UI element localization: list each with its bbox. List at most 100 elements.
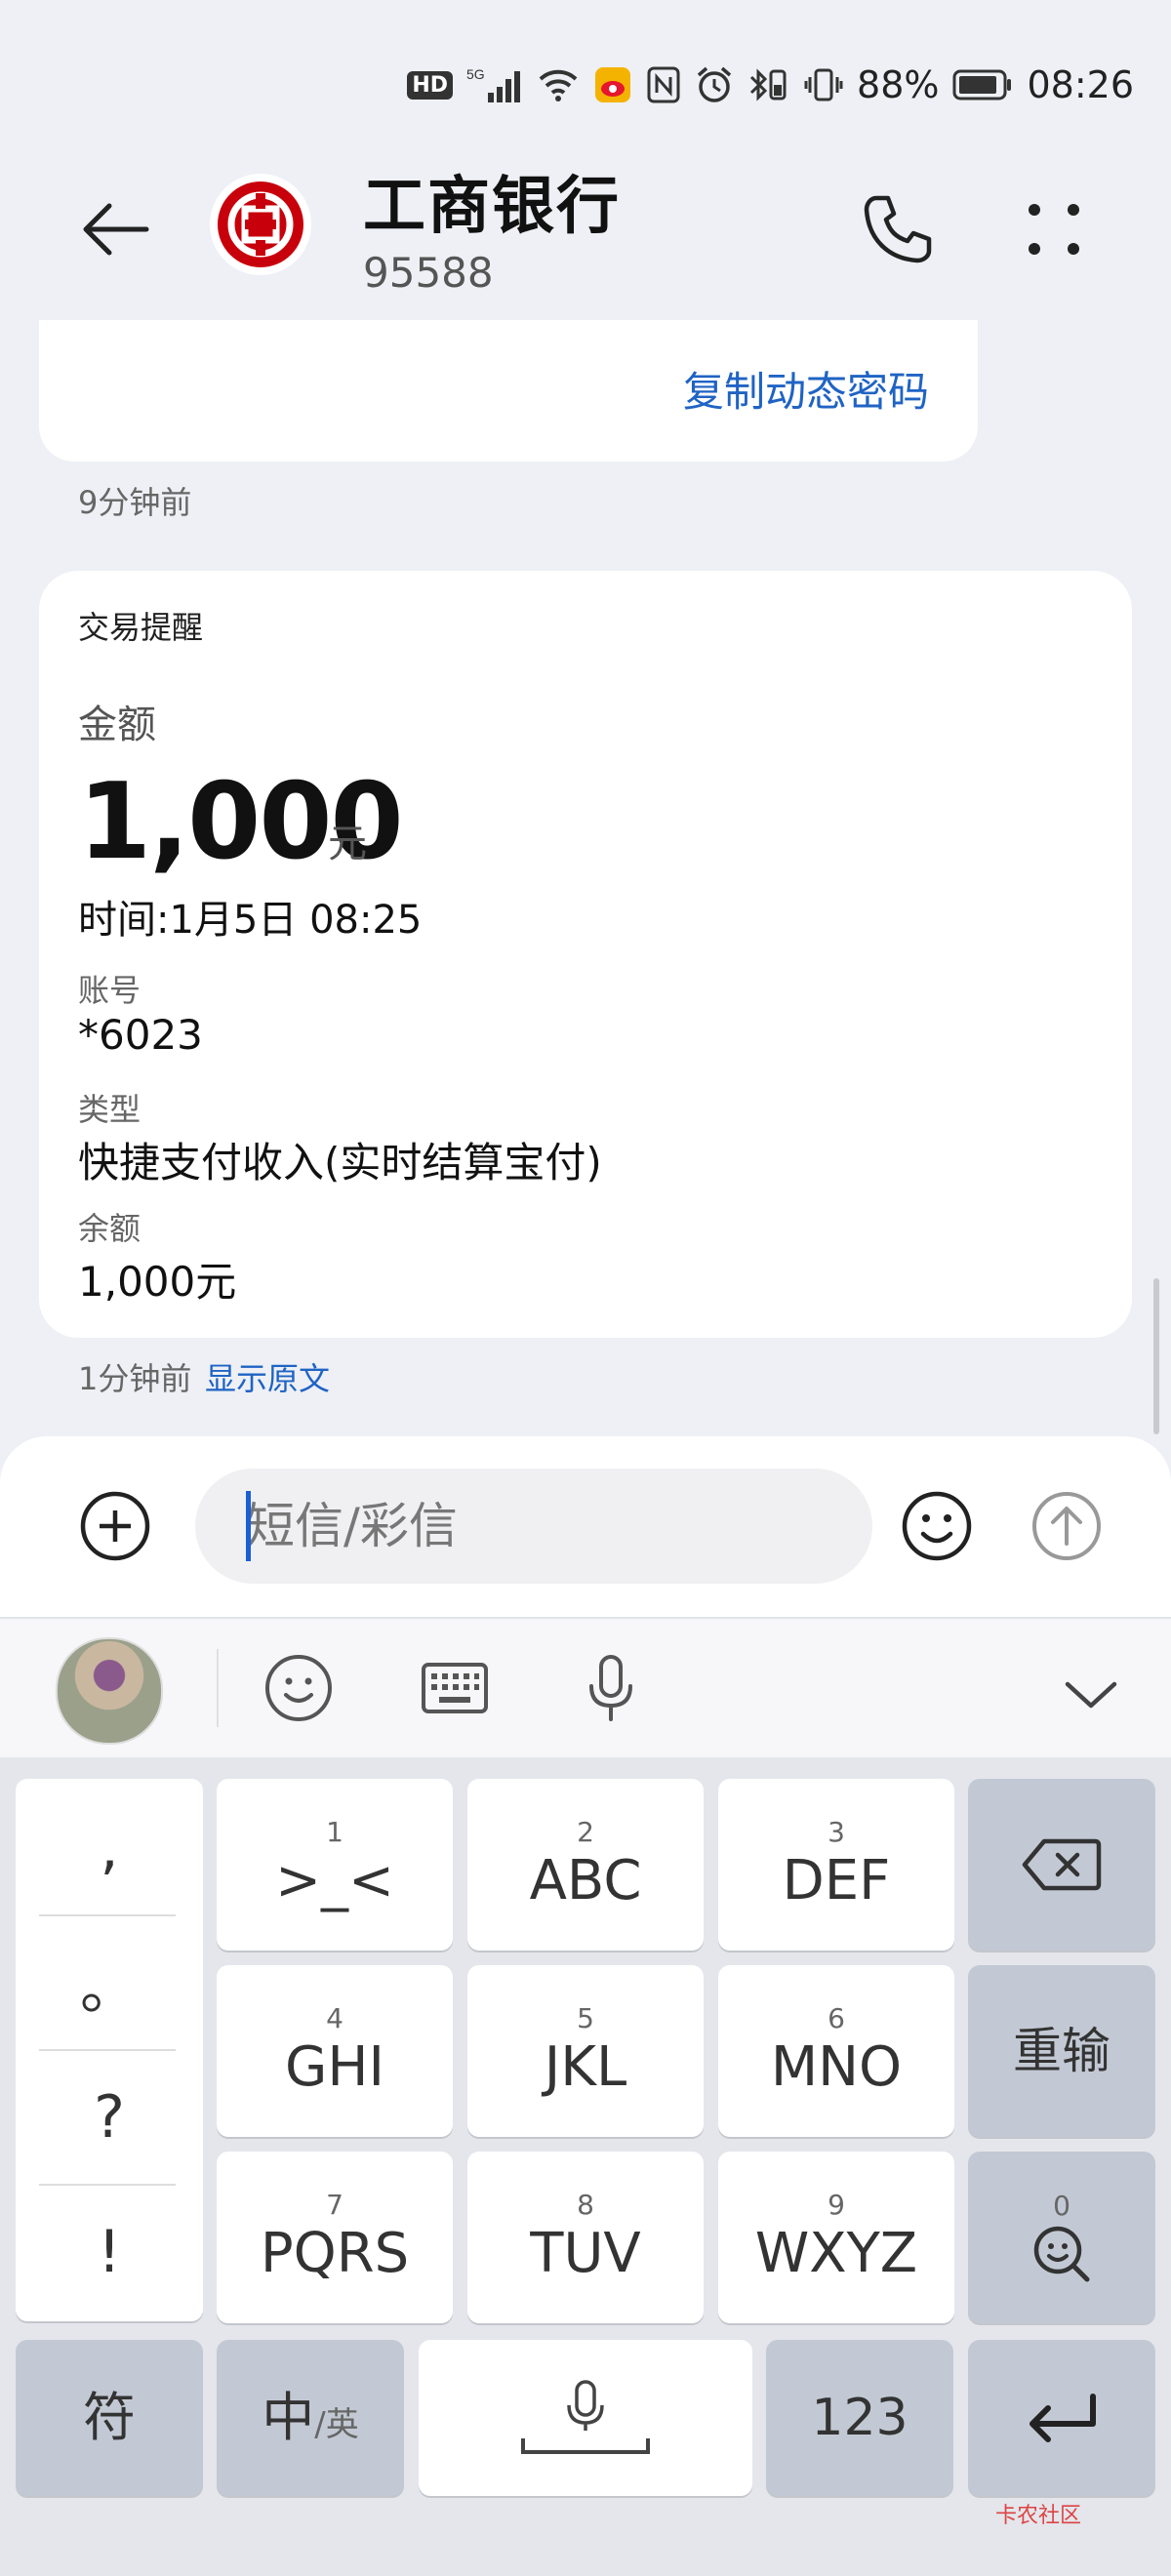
text-caret [246, 1491, 251, 1561]
key-label: JKL [544, 2035, 627, 2099]
bluetooth-battery-icon [747, 65, 790, 104]
type-label: 类型 [78, 1091, 141, 1128]
key-number: 7 [326, 2189, 343, 2221]
toolbar-divider [217, 1649, 219, 1727]
back-button[interactable] [76, 190, 154, 268]
arrow-left-icon [83, 203, 149, 256]
key-0-search[interactable]: 0 [968, 2152, 1155, 2323]
key-7[interactable]: 7 PQRS [217, 2152, 453, 2323]
previous-message-time: 9分钟前 [78, 484, 192, 521]
nfc-icon [646, 65, 681, 104]
keyboard-icon [422, 1663, 488, 1713]
key-9[interactable]: 9 WXYZ [718, 2152, 954, 2323]
key-6[interactable]: 6 MNO [718, 1965, 954, 2137]
key-4[interactable]: 4 GHI [217, 1965, 453, 2137]
key-3[interactable]: 3 DEF [718, 1779, 954, 1951]
microphone-icon [589, 1655, 632, 1721]
arrow-up-circle-icon [1032, 1492, 1101, 1560]
voice-input-button[interactable] [572, 1649, 650, 1727]
space-mic-icon [521, 2380, 650, 2454]
copy-otp-link[interactable]: 复制动态密码 [683, 359, 929, 419]
alarm-icon [695, 65, 734, 104]
key-label: ABC [529, 1849, 642, 1912]
contact-number: 95588 [363, 249, 494, 297]
numeric-mode-key[interactable]: 123 [766, 2340, 953, 2496]
battery-percent: 88% [857, 63, 940, 106]
key-label: GHI [284, 2035, 385, 2099]
smiley-icon [902, 1491, 972, 1561]
collapse-keyboard-button[interactable] [1052, 1655, 1130, 1733]
balance-value: 1,000元 [78, 1258, 237, 1306]
phone-icon [864, 195, 932, 263]
call-button[interactable] [859, 190, 937, 268]
key-5[interactable]: 5 JKL [467, 1965, 704, 2137]
type-value: 快捷支付收入(实时结算宝付) [78, 1139, 602, 1187]
keyboard-emoji-button[interactable] [260, 1649, 338, 1727]
balance-label: 余额 [78, 1210, 141, 1247]
status-icons: HD 5G 88% 08:26 [407, 60, 1134, 109]
reset-key[interactable]: 重输 [968, 1965, 1155, 2137]
battery-icon [952, 68, 1013, 101]
amount-unit: 元 [328, 822, 367, 866]
show-original-link[interactable]: 显示原文 [205, 1354, 330, 1399]
key-label: TUV [530, 2222, 641, 2285]
lang-main-label: 中 [262, 2387, 315, 2448]
send-button[interactable] [1030, 1489, 1104, 1563]
key-label: DEF [782, 1849, 891, 1912]
backspace-icon [1022, 1838, 1102, 1891]
emoji-button[interactable] [900, 1489, 974, 1563]
keyboard-avatar[interactable] [56, 1637, 163, 1745]
account-value: *6023 [78, 1011, 203, 1059]
key-number: 8 [577, 2189, 594, 2221]
key-number: 4 [326, 2002, 343, 2034]
clock: 08:26 [1027, 63, 1134, 106]
icbc-logo[interactable] [210, 174, 311, 275]
key-number: 2 [577, 1816, 594, 1848]
punct-comma-key[interactable]: , [16, 1782, 203, 1914]
plus-circle-icon [80, 1491, 150, 1561]
account-label: 账号 [78, 972, 141, 1009]
key-number: 1 [326, 1816, 343, 1848]
key-label: >_< [275, 1849, 394, 1912]
key-number: 0 [1053, 2190, 1070, 2222]
space-key[interactable] [419, 2340, 752, 2496]
more-dots-icon [1029, 204, 1079, 255]
transaction-message-card[interactable] [39, 571, 1132, 1338]
contact-name: 工商银行 [363, 171, 621, 243]
enter-arrow-icon [1030, 2394, 1096, 2442]
attach-button[interactable] [78, 1489, 152, 1563]
key-8[interactable]: 8 TUV [467, 2152, 704, 2323]
key-number: 5 [577, 2002, 594, 2034]
punct-exclaim-key[interactable]: ! [16, 2186, 203, 2318]
key-label: MNO [770, 2035, 903, 2099]
language-switch-key[interactable]: 中 /英 [217, 2340, 404, 2496]
more-options-button[interactable] [1015, 190, 1093, 268]
weibo-app-icon [593, 65, 632, 104]
key-label: 符 [83, 2387, 136, 2448]
enter-key[interactable] [968, 2340, 1155, 2496]
wifi-icon [537, 65, 580, 104]
keyboard-switch-button[interactable] [416, 1649, 494, 1727]
amount-label: 金额 [78, 703, 156, 747]
punct-period-key[interactable]: 。 [16, 1916, 203, 2049]
transaction-time: 时间:1月5日 08:25 [78, 898, 423, 943]
punct-question-key[interactable]: ? [16, 2051, 203, 2184]
message-input[interactable] [195, 1469, 872, 1584]
key-label: WXYZ [754, 2222, 918, 2285]
key-label: 123 [811, 2389, 909, 2447]
backspace-key[interactable] [968, 1779, 1155, 1951]
hd-icon: HD [407, 70, 454, 100]
key-1[interactable]: 1 >_< [217, 1779, 453, 1951]
svg-text:5G: 5G [466, 66, 485, 82]
watermark: 卡农社区 [995, 2504, 1082, 2528]
icbc-logo-icon [218, 181, 303, 267]
symbol-key[interactable]: 符 [16, 2340, 203, 2496]
key-label: PQRS [260, 2222, 410, 2285]
transaction-message-time: 1分钟前 [78, 1360, 192, 1397]
key-2[interactable]: 2 ABC [467, 1779, 704, 1951]
key-number: 3 [828, 1816, 845, 1848]
smiley-icon [265, 1655, 332, 1721]
key-number: 9 [828, 2189, 845, 2221]
search-face-icon [1033, 2226, 1090, 2282]
scrollbar[interactable] [1153, 1278, 1159, 1434]
